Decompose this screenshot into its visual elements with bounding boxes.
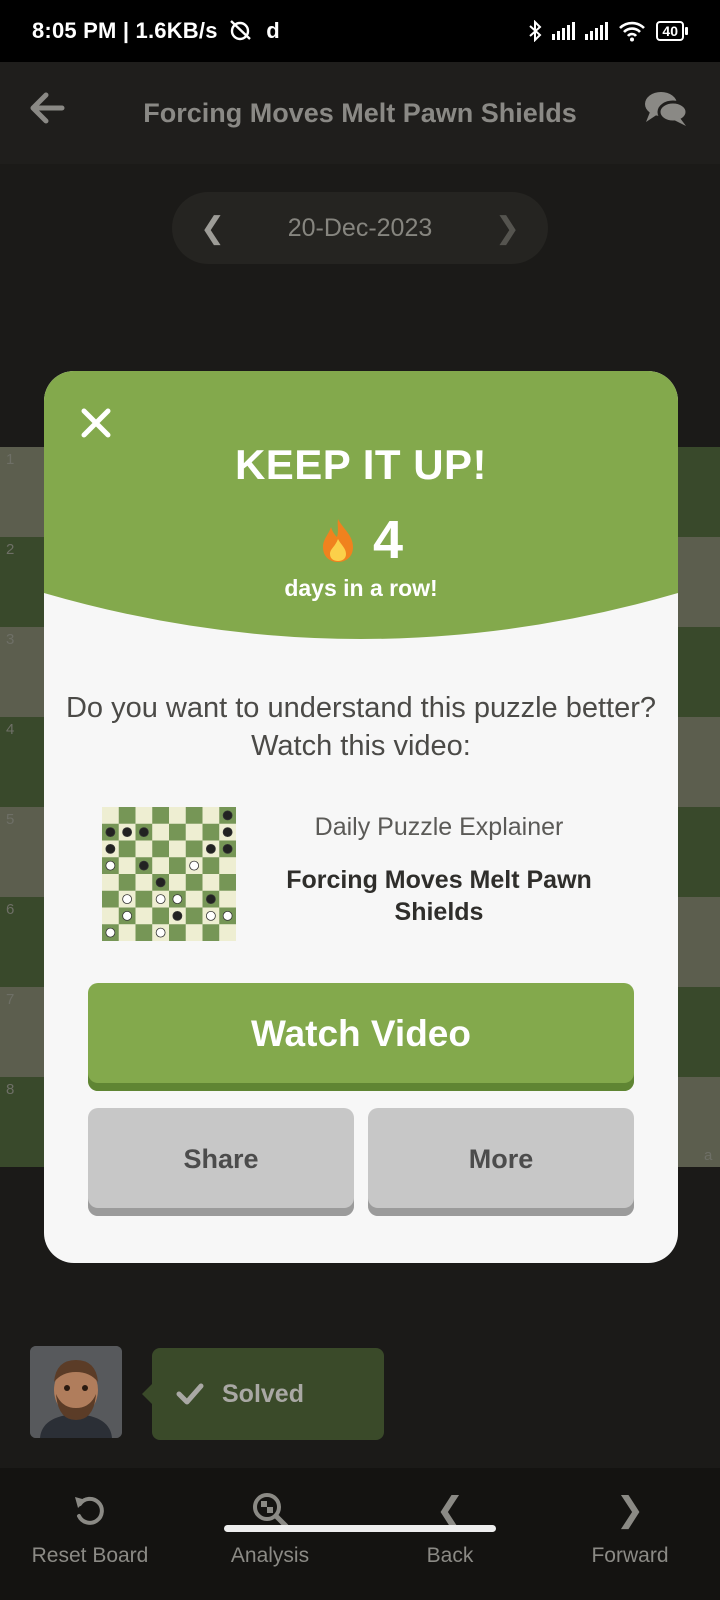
nav-forward[interactable]: ❯ Forward [540, 1468, 720, 1600]
carrier-icon: d [266, 18, 280, 43]
status-time-text: 8:05 PM | 1.6KB/s [32, 18, 218, 43]
nav-reset-board[interactable]: Reset Board [0, 1468, 180, 1600]
chevron-right-icon: ❯ [615, 1491, 645, 1529]
rank-label: 3 [6, 631, 15, 648]
file-label: a [704, 1147, 713, 1164]
video-subtitle: Daily Puzzle Explainer [314, 813, 564, 841]
status-time: 8:05 PM | 1.6KB/s d [32, 18, 528, 44]
video-thumbnail[interactable] [102, 807, 237, 942]
signal-icon-2 [585, 22, 609, 40]
signal-icon-1 [552, 22, 576, 40]
watch-video-button[interactable]: Watch Video [88, 983, 634, 1091]
reset-icon [70, 1490, 110, 1530]
chat-icon[interactable] [642, 88, 692, 138]
app-header: Forcing Moves Melt Pawn Shields [0, 62, 720, 164]
rank-label: 1 [6, 451, 15, 468]
nav-forward-label: Forward [591, 1544, 669, 1567]
solved-badge: Solved [142, 1348, 384, 1440]
rank-label: 6 [6, 901, 15, 918]
status-bar: 8:05 PM | 1.6KB/s d 40 [0, 0, 720, 62]
nav-reset-label: Reset Board [31, 1544, 149, 1567]
streak-counter: 4 [44, 509, 678, 571]
video-title: Forcing Moves Melt Pawn Shields [286, 866, 592, 926]
rank-label: 5 [6, 811, 15, 828]
home-indicator[interactable] [224, 1525, 496, 1532]
solved-label: Solved [222, 1379, 304, 1408]
nav-back-label: Back [426, 1544, 474, 1567]
analysis-icon [250, 1490, 290, 1530]
streak-heading: KEEP IT UP! [234, 441, 488, 488]
chevron-left-icon: ❮ [435, 1491, 465, 1529]
battery-level: 40 [656, 21, 684, 41]
page-title: Forcing Moves Melt Pawn Shields [143, 97, 577, 128]
video-info: Daily Puzzle Explainer Forcing Moves Mel… [254, 813, 624, 928]
fire-icon [322, 519, 353, 562]
share-button[interactable]: Share [88, 1108, 354, 1216]
alarm-off-icon [230, 20, 251, 41]
next-date-icon[interactable]: ❯ [495, 211, 520, 246]
more-button[interactable]: More [368, 1108, 634, 1216]
streak-count: 4 [372, 510, 404, 570]
date-navigator: ❮ 20-Dec-2023 ❯ [172, 192, 548, 264]
rank-label: 7 [6, 991, 15, 1008]
streak-modal: KEEP IT UP! 4 days in a row! Do you want… [44, 371, 678, 1263]
battery-icon: 40 [656, 21, 688, 41]
rank-label: 8 [6, 1081, 15, 1098]
bottom-nav: Reset Board Analysis ❮ Back ❯ Forward [0, 1468, 720, 1600]
puzzle-date: 20-Dec-2023 [287, 213, 433, 242]
nav-back[interactable]: ❮ Back [360, 1468, 540, 1600]
avatar [30, 1346, 122, 1438]
back-arrow-icon[interactable] [28, 88, 78, 138]
previous-date-icon[interactable]: ❮ [200, 211, 225, 246]
wifi-icon [619, 21, 646, 42]
bluetooth-icon [529, 20, 542, 42]
streak-label: days in a row! [284, 575, 438, 601]
rank-label: 2 [6, 541, 15, 558]
close-icon[interactable] [78, 405, 114, 441]
nav-analysis[interactable]: Analysis [180, 1468, 360, 1600]
nav-analysis-label: Analysis [230, 1544, 310, 1567]
check-icon [176, 1383, 204, 1405]
video-prompt: Do you want to understand this puzzle be… [65, 692, 657, 762]
rank-label: 4 [6, 721, 15, 738]
